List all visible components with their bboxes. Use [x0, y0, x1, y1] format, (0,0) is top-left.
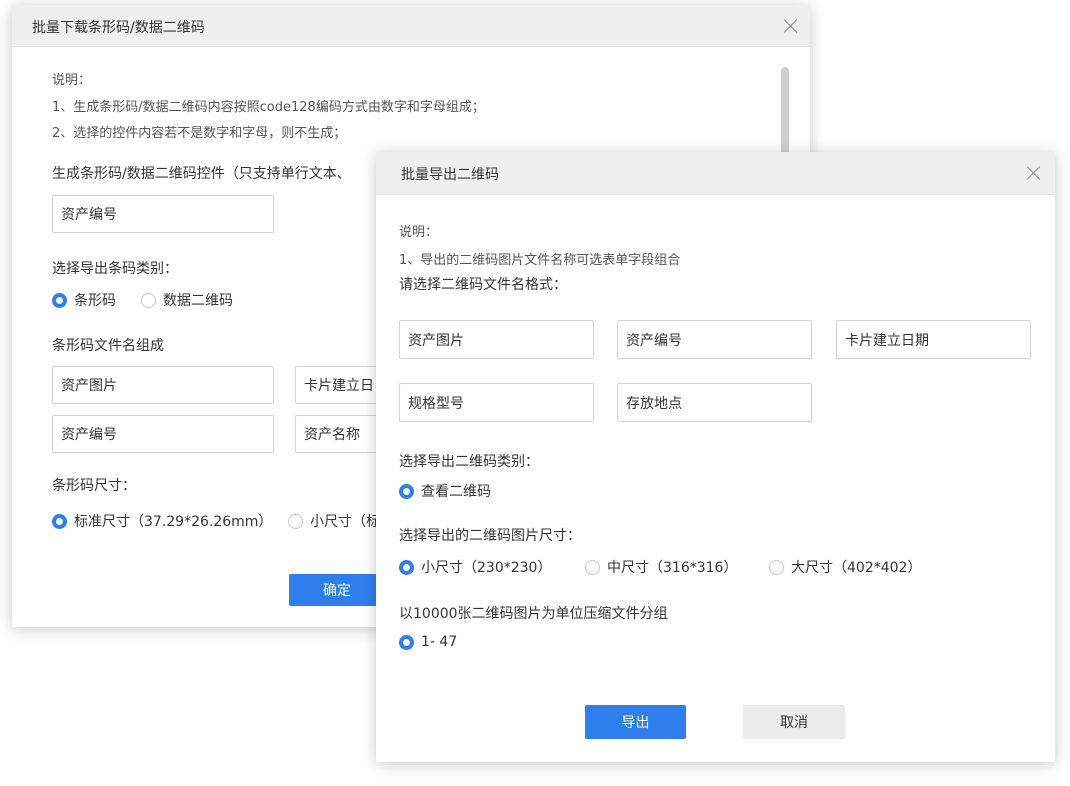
radio-barcode[interactable]: 条形码 [52, 290, 116, 310]
radio-label: 中尺寸（316*316） [607, 560, 738, 576]
radio-view-qrcode[interactable]: 查看二维码 [399, 481, 491, 501]
format-field-model[interactable]: 规格型号 [399, 383, 594, 422]
control-select[interactable]: 资产编号 [52, 195, 274, 233]
export-button[interactable]: 导出 [585, 705, 686, 739]
format-field-asset-image[interactable]: 资产图片 [399, 320, 594, 359]
radio-unchecked-icon [585, 559, 600, 575]
close-icon[interactable] [1026, 165, 1042, 181]
radio-checked-icon [52, 292, 67, 308]
radio-unchecked-icon [288, 513, 303, 529]
radio-label: 标准尺寸（37.29*26.26mm） [74, 514, 273, 530]
dialog-title: 批量下载条形码/数据二维码 [32, 20, 205, 36]
note-heading: 说明： [52, 73, 92, 88]
radio-label: 小尺寸（标 [310, 514, 380, 530]
radio-standard-size[interactable]: 标准尺寸（37.29*26.26mm） [52, 511, 272, 531]
note-line-2: 2、选择的控件内容若不是数字和字母，则不生成； [52, 126, 347, 141]
format-field-location[interactable]: 存放地点 [617, 383, 812, 422]
radio-label: 查看二维码 [421, 484, 491, 500]
filename-label: 条形码文件名组成 [52, 338, 164, 354]
radio-group-range[interactable]: 1- 47 [399, 634, 457, 650]
qrcode-type-label: 选择导出二维码类别： [399, 454, 539, 470]
radio-data-qrcode[interactable]: 数据二维码 [141, 290, 233, 310]
radio-label: 数据二维码 [163, 293, 233, 309]
radio-label: 大尺寸（402*402） [791, 560, 922, 576]
group-label: 以10000张二维码图片为单位压缩文件分组 [399, 606, 668, 622]
radio-checked-icon [399, 634, 414, 650]
radio-small-size[interactable]: 小尺寸（标 [288, 511, 380, 531]
barcode-size-label: 条形码尺寸： [52, 478, 136, 494]
radio-label: 小尺寸（230*230） [421, 560, 552, 576]
dialog-header: 批量下载条形码/数据二维码 [12, 5, 810, 47]
note-heading: 说明： [399, 225, 439, 240]
cancel-button[interactable]: 取消 [743, 705, 845, 739]
radio-checked-icon [399, 483, 414, 499]
radio-checked-icon [52, 513, 67, 529]
radio-unchecked-icon [769, 559, 784, 575]
qrcode-size-label: 选择导出的二维码图片尺寸： [399, 528, 581, 544]
radio-unchecked-icon [141, 292, 156, 308]
close-icon[interactable] [783, 18, 799, 34]
confirm-button[interactable]: 确定 [289, 574, 385, 606]
radio-checked-icon [399, 559, 414, 575]
format-field-asset-number[interactable]: 资产编号 [617, 320, 812, 359]
format-label: 请选择二维码文件名格式： [399, 277, 567, 293]
radio-label: 条形码 [74, 293, 116, 309]
batch-export-dialog: 批量导出二维码 说明： 1、导出的二维码图片文件名称可选表单字段组合 请选择二维… [376, 152, 1055, 762]
barcode-type-label: 选择导出条码类别： [52, 261, 178, 277]
dialog-header: 批量导出二维码 [376, 152, 1055, 195]
filename-field-asset-image[interactable]: 资产图片 [52, 366, 274, 404]
radio-label: 1- 47 [421, 634, 458, 650]
note-line-1: 1、导出的二维码图片文件名称可选表单字段组合 [399, 253, 681, 268]
filename-field-asset-number[interactable]: 资产编号 [52, 415, 274, 453]
format-field-card-date[interactable]: 卡片建立日期 [836, 320, 1031, 359]
dialog-title: 批量导出二维码 [401, 167, 499, 183]
radio-size-medium[interactable]: 中尺寸（316*316） [585, 557, 737, 577]
radio-size-large[interactable]: 大尺寸（402*402） [769, 557, 921, 577]
radio-size-small[interactable]: 小尺寸（230*230） [399, 557, 551, 577]
control-label: 生成条形码/数据二维码控件（只支持单行文本、 [52, 166, 351, 182]
note-line-1: 1、生成条形码/数据二维码内容按照code128编码方式由数字和字母组成； [52, 100, 485, 115]
